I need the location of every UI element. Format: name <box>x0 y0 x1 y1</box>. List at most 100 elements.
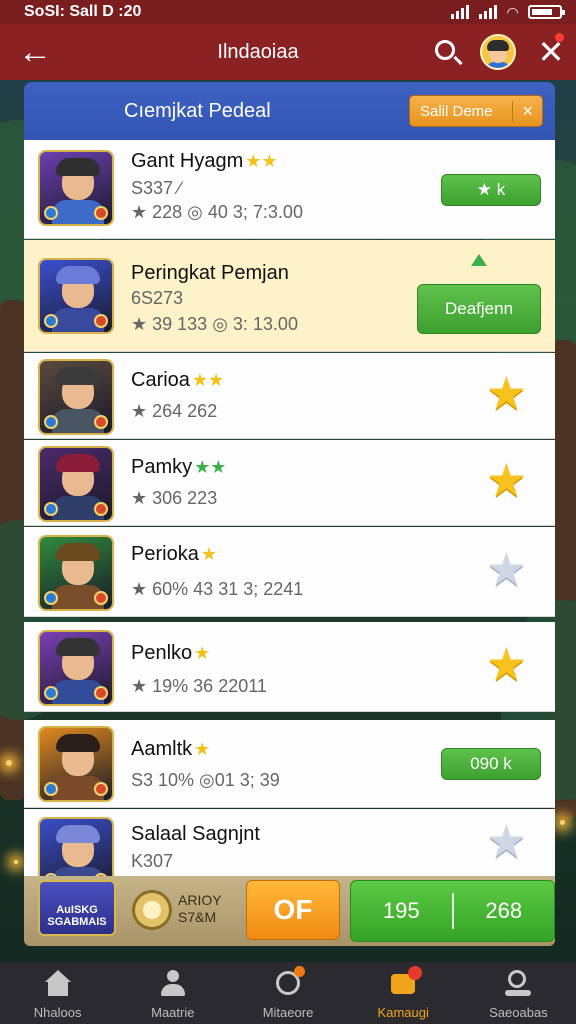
event-badge[interactable]: AuISKG SGABMAIS <box>38 880 116 936</box>
green-action-button[interactable]: 195 268 <box>350 880 555 942</box>
list-item[interactable]: Perioka ★ ★ 60% 43 31 3; 2241 ★ <box>24 527 555 617</box>
list-item[interactable]: Peringkat Pemjan 6S273 ★ 39 133 ◎ 3: 13.00… <box>24 240 555 352</box>
status-time: SoSI: Sall D :20 <box>24 3 142 20</box>
page-title: Ilndaoiaa <box>217 40 299 63</box>
favorite-star-icon[interactable]: ★ <box>486 546 527 592</box>
player-id: K307 <box>131 851 174 871</box>
player-id: S337 ∕ <box>131 178 182 198</box>
player-name: Gant Hyagm ★★ <box>131 150 278 173</box>
panel-title: Cıemjkat Pedeal <box>124 100 271 122</box>
nav-item-inbox[interactable]: Kamaugi <box>346 962 461 1024</box>
rank-stars-icon: ★★ <box>245 151 278 171</box>
search-button[interactable] <box>426 30 470 74</box>
player-avatar[interactable] <box>38 150 114 226</box>
battery-icon <box>528 5 565 19</box>
player-name-text: Gant Hyagm <box>131 150 244 172</box>
player-avatar[interactable] <box>38 258 114 334</box>
player-stats: ★ 19% 36 22011 <box>131 676 267 696</box>
coin-label-line2: S7&M <box>178 909 217 925</box>
header-action-label: Salil Deme <box>420 102 493 120</box>
header-action-button[interactable]: Salil Deme × <box>409 95 543 127</box>
list-item[interactable]: Aamltk ★ S3 10% ◎01 3; 39 090 k <box>24 720 555 808</box>
favorite-star-icon[interactable]: ★ <box>486 641 527 687</box>
favorite-star-icon[interactable]: ★ <box>486 818 527 864</box>
player-avatar[interactable] <box>38 535 114 611</box>
green-left-value: 195 <box>382 898 420 923</box>
search-icon <box>435 40 455 60</box>
challenge-button[interactable]: Deafjenn <box>417 284 541 334</box>
coin-label: ARIOY S7&M <box>178 892 222 926</box>
player-stats: ★ 228 ◎ 40 3; 7:3.00 <box>131 202 303 222</box>
coin-label-line1: ARIOY <box>178 892 222 908</box>
player-stats: ★ 60% 43 31 3; 2241 <box>131 579 304 599</box>
player-name: Aamltk ★ <box>131 738 210 761</box>
header-close-icon[interactable]: × <box>512 100 542 122</box>
nav-item-search-person[interactable]: Saeoabas <box>461 962 576 1024</box>
top-bar: ← Ilndaoiaa ✕ <box>0 24 576 80</box>
player-id: 6S273 <box>131 288 184 308</box>
nav-item-label: Maatrie <box>151 1005 195 1020</box>
favorite-star-icon[interactable]: ★ <box>486 370 527 416</box>
nav-item-label: Nhaloos <box>33 1005 82 1020</box>
rank-stars-icon: ★ <box>194 739 211 759</box>
bottom-nav: Nhaloos Maatrie Mitaeore Kamaugi Saeoabas <box>0 962 576 1024</box>
player-avatar[interactable] <box>38 630 114 706</box>
player-name-text: Perioka <box>131 543 199 565</box>
player-avatar[interactable] <box>38 446 114 522</box>
favorite-star-icon[interactable]: ★ <box>486 457 527 503</box>
rank-stars-icon: ★ <box>194 643 211 663</box>
player-name-text: Salaal Sagnjnt <box>131 823 260 845</box>
list-item[interactable]: Pamky ★★ ★ 306 223 ★ <box>24 440 555 526</box>
signal-icon <box>451 5 470 19</box>
user-icon <box>158 970 188 998</box>
nav-item-user[interactable]: Maatrie <box>115 962 230 1024</box>
search-person-icon <box>503 970 533 998</box>
action-bar: AuISKG SGABMAIS ARIOY S7&M OF 195 268 <box>24 876 555 946</box>
close-button[interactable]: ✕ <box>526 24 576 80</box>
player-name: Salaal Sagnjnt <box>131 823 260 846</box>
player-name-text: Aamltk <box>131 738 193 760</box>
signal-icon-2 <box>479 5 498 19</box>
list-item[interactable]: Gant Hyagm ★★ S337 ∕ ★ 228 ◎ 40 3; 7:3.00 ★ … <box>24 140 555 239</box>
clock-icon <box>273 966 305 998</box>
player-name-text: Pamky <box>131 456 193 478</box>
nav-item-label: Saeoabas <box>489 1005 548 1020</box>
nav-item-home[interactable]: Nhaloos <box>0 962 115 1024</box>
wifi-icon: ◠ <box>507 3 518 20</box>
coin-icon <box>132 890 172 930</box>
player-name: Peringkat Pemjan <box>131 262 289 285</box>
rank-up-icon <box>471 254 487 266</box>
row-action-button[interactable]: ★ k <box>441 174 541 206</box>
nav-item-clock[interactable]: Mitaeore <box>230 962 345 1024</box>
player-name-text: Peringkat Pemjan <box>131 262 289 284</box>
list-item[interactable]: Salaal Sagnjnt K307 ★ <box>24 809 555 893</box>
player-stats: S3 10% ◎01 3; 39 <box>131 770 280 790</box>
notification-dot <box>555 33 564 42</box>
player-avatar[interactable] <box>38 726 114 802</box>
home-icon <box>43 970 73 998</box>
nav-item-label: Mitaeore <box>262 1005 314 1020</box>
leaderboard-panel: Cıemjkat Pedeal Salil Deme × Gant Hyagm ★… <box>24 82 555 893</box>
inbox-icon <box>388 966 423 998</box>
rank-stars-icon: ★★ <box>194 457 227 477</box>
player-stats: ★ 306 223 <box>131 488 218 508</box>
nav-item-label: Kamaugi <box>377 1005 429 1020</box>
status-bar: SoSI: Sall D :20 ◠ <box>0 0 576 24</box>
player-stats: ★ 39 133 ◎ 3: 13.00 <box>131 314 298 334</box>
green-right-value: 268 <box>485 898 523 923</box>
row-action-button[interactable]: 090 k <box>441 748 541 780</box>
list-item[interactable]: Penlko ★ ★ 19% 36 22011 ★ <box>24 622 555 712</box>
list-item[interactable]: Carioa ★★ ★ 264 262 ★ <box>24 353 555 439</box>
player-name-text: Carioa <box>131 369 190 391</box>
avatar[interactable] <box>480 34 516 70</box>
back-arrow-icon: ← <box>18 32 52 71</box>
rank-stars-icon: ★ <box>200 544 217 564</box>
rank-stars-icon: ★★ <box>191 370 225 390</box>
player-stats: ★ 264 262 <box>131 401 218 421</box>
player-avatar[interactable] <box>38 359 114 435</box>
player-name-text: Penlko <box>131 642 193 664</box>
orange-action-button[interactable]: OF <box>246 880 340 940</box>
back-button[interactable]: ← <box>0 24 70 80</box>
player-name: Pamky ★★ <box>131 456 226 479</box>
player-name: Penlko ★ <box>131 642 210 665</box>
